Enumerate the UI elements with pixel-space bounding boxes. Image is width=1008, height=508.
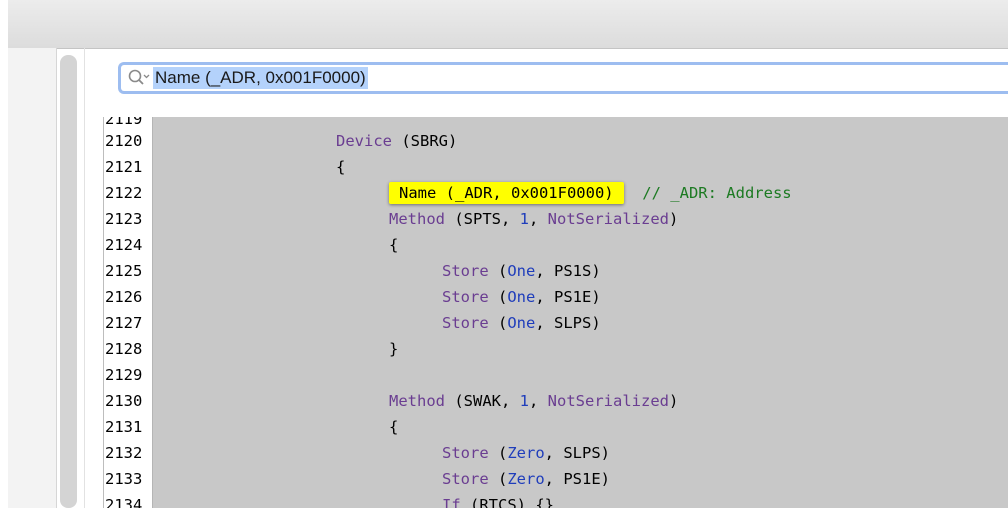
code-token: } [389, 340, 399, 358]
code-text[interactable]: Name (_ADR, 0x001F0000) // _ADR: Address [389, 182, 792, 204]
code-token: , [529, 392, 548, 410]
code-token: Store [442, 444, 489, 462]
code-token: 1 [519, 392, 529, 410]
code-editor[interactable]: 2119 2120 Device (SBRG) 2121{2122 Name (_AD… [103, 117, 1008, 508]
code-token: Store [442, 470, 489, 488]
line-number: 2134 [105, 496, 143, 508]
code-text[interactable]: Store (One, PS1E) [442, 287, 601, 307]
line-number: 2120 [105, 132, 143, 150]
line-number: 2127 [105, 314, 143, 332]
code-token: NotSerialized [547, 210, 669, 228]
code-token: ( [488, 444, 508, 462]
line-number: 2125 [105, 262, 143, 280]
code-token: Method [389, 210, 445, 228]
code-token: Store [442, 262, 489, 280]
panel-divider [84, 48, 85, 508]
code-token: ( [488, 262, 508, 280]
code-text[interactable]: Method (SPTS, 1, NotSerialized) [389, 209, 678, 229]
code-text[interactable]: Device (SBRG) [336, 131, 457, 151]
code-token: { [389, 418, 399, 436]
code-token: ( [488, 288, 508, 306]
code-token: One [507, 314, 536, 332]
line-number: 2121 [105, 158, 143, 176]
code-token: (RTCS) {} [460, 496, 554, 508]
code-token: , SLPS) [544, 444, 610, 462]
code-text[interactable]: { [389, 235, 398, 255]
search-match-highlight: Name (_ADR, 0x001F0000) [389, 182, 624, 204]
line-number: 2132 [105, 444, 143, 462]
code-text[interactable]: Store (Zero, PS1E) [442, 469, 610, 489]
line-number: 2128 [105, 340, 143, 358]
search-field[interactable]: Name (_ADR, 0x001F0000) [118, 62, 1008, 94]
code-token: One [507, 288, 536, 306]
code-token: { [389, 236, 399, 254]
code-token: , PS1S) [535, 262, 601, 280]
code-token: ( [488, 314, 508, 332]
code-text[interactable]: { [389, 417, 398, 437]
line-number: 2129 [105, 366, 143, 384]
code-line: 2125 Store (One, PS1S) [104, 258, 1008, 284]
sidebar-scrollbar[interactable] [60, 55, 77, 508]
code-token: Zero [507, 470, 545, 488]
line-number: 2131 [105, 418, 143, 436]
code-token: (SPTS, [445, 210, 520, 228]
code-token: , SLPS) [535, 314, 601, 332]
code-token: Store [442, 314, 489, 332]
code-comment: // _ADR: Address [623, 184, 792, 202]
code-line: 2129 [104, 362, 1008, 388]
code-text[interactable]: If (RTCS) {} [442, 495, 554, 508]
code-token: NotSerialized [547, 392, 669, 410]
code-token: ( [488, 470, 508, 488]
code-text[interactable]: Method (SWAK, 1, NotSerialized) [389, 391, 678, 411]
code-token: If [442, 496, 461, 508]
code-token: , PS1E) [535, 288, 601, 306]
code-token: (SWAK, [445, 392, 520, 410]
code-token: Store [442, 288, 489, 306]
code-line: 2120 Device (SBRG) [104, 128, 1008, 154]
code-line: 2124 { [104, 232, 1008, 258]
code-token: , [529, 210, 548, 228]
window-toolbar [8, 0, 1008, 49]
code-line: 2133 Store (Zero, PS1E) [104, 466, 1008, 492]
code-text[interactable]: Store (One, PS1S) [442, 261, 601, 281]
line-number: 2124 [105, 236, 143, 254]
code-text[interactable]: Store (One, SLPS) [442, 313, 601, 333]
code-line: 2130 Method (SWAK, 1, NotSerialized) [104, 388, 1008, 414]
code-text[interactable]: { [336, 157, 345, 177]
line-number: 2126 [105, 288, 143, 306]
code-line: 2121 { [104, 154, 1008, 180]
code-token: ) [669, 210, 679, 228]
code-line: 2132 Store (Zero, SLPS) [104, 440, 1008, 466]
search-query[interactable]: Name (_ADR, 0x001F0000) [153, 67, 368, 89]
code-text[interactable]: } [389, 339, 398, 359]
code-token: Zero [507, 444, 545, 462]
line-number: 2133 [105, 470, 143, 488]
sidebar-panel [8, 48, 57, 508]
line-number: 2122 [105, 184, 143, 202]
code-token: One [507, 262, 536, 280]
code-token: 1 [519, 210, 529, 228]
code-token: (SBRG) [392, 132, 458, 150]
code-line: 2131 { [104, 414, 1008, 440]
code-token: ) [669, 392, 679, 410]
code-token: { [336, 158, 346, 176]
line-number: 2123 [105, 210, 143, 228]
code-line: 2134 If (RTCS) {} [104, 492, 1008, 508]
code-line: 2127 Store (One, SLPS) [104, 310, 1008, 336]
code-line: 2122 Name (_ADR, 0x001F0000) // _ADR: Add… [104, 180, 1008, 206]
code-line: 2126 Store (One, PS1E) [104, 284, 1008, 310]
code-token: Device [336, 132, 392, 150]
code-line: 2128} [104, 336, 1008, 362]
code-token: Method [389, 392, 445, 410]
search-icon[interactable] [125, 65, 151, 91]
code-token: , PS1E) [544, 470, 610, 488]
line-number: 2130 [105, 392, 143, 410]
code-text[interactable]: Store (Zero, SLPS) [442, 443, 610, 463]
code-line: 2123 Method (SPTS, 1, NotSerialized) [104, 206, 1008, 232]
